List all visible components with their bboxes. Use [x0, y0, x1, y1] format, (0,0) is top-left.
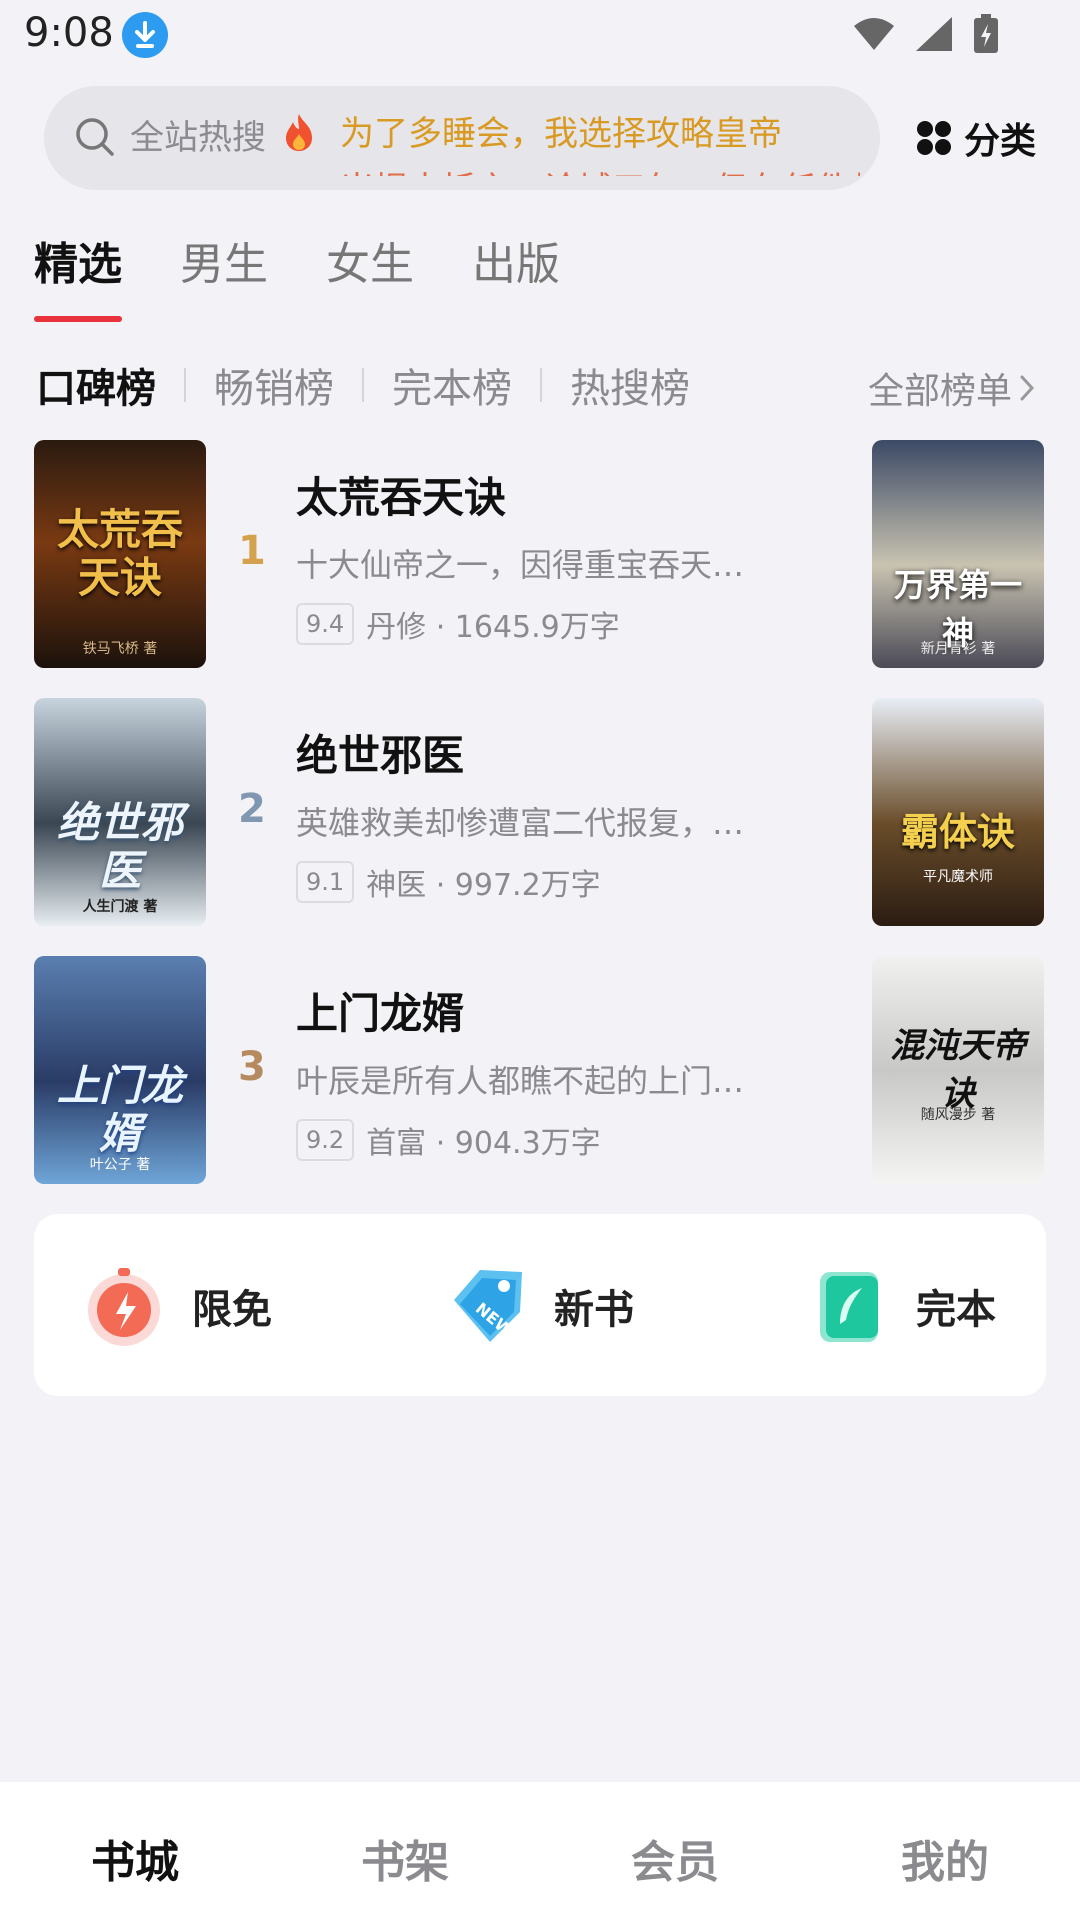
score-badge: 9.4 — [296, 603, 355, 645]
cover-title: 太荒吞天诀 — [56, 505, 183, 602]
search-bar[interactable]: 全站热搜 为了多睡会，我选择攻略皇帝 米揭大拆之，论城三年，但在任件都跨工日 — [44, 86, 880, 190]
tab-featured[interactable]: 精选 — [34, 228, 122, 322]
divider — [184, 368, 186, 402]
cover-author: 人生门渡 著 — [82, 899, 158, 915]
rank-number: 1 — [238, 528, 266, 574]
search-icon — [76, 118, 114, 156]
new-tag-icon: NEW — [440, 1260, 532, 1352]
all-lists-link[interactable]: 全部榜单 — [868, 362, 1036, 414]
cover-author: 叶公子 著 — [89, 1157, 151, 1173]
book-meta: 神医 · 997.2万字 — [366, 868, 601, 903]
book-title[interactable]: 上门龙婿 — [296, 980, 464, 1041]
side-cover-author: 新月青衫 著 — [920, 641, 996, 657]
search-prefix: 全站热搜 — [130, 118, 266, 158]
rank-tab-completed[interactable]: 完本榜 — [392, 356, 512, 414]
side-cover-author: 随风漫步 著 — [920, 1107, 996, 1123]
grid-icon — [916, 121, 951, 155]
book-cover[interactable]: 太荒吞天诀 铁马飞桥 著 — [34, 440, 206, 668]
book-list-item[interactable]: 上门龙婿 叶公子 著 3 上门龙婿 叶辰是所有人都瞧不起的上门女… 9.2 首富… — [34, 956, 1044, 1186]
divider — [540, 368, 542, 402]
book-description: 英雄救美却惨遭富二代报复，被… — [296, 804, 766, 842]
category-button[interactable]: 分类 — [916, 112, 1036, 164]
nav-bookstore[interactable]: 书城 — [0, 1782, 270, 1920]
side-book-cover[interactable]: 霸体诀 平凡魔术师 — [872, 698, 1044, 926]
side-book-cover[interactable]: 混沌天帝诀 随风漫步 著 — [872, 956, 1044, 1184]
book-cover[interactable]: 绝世邪医 人生门渡 著 — [34, 698, 206, 926]
category-label: 分类 — [963, 121, 1036, 162]
side-cover-title: 霸体诀 — [900, 809, 1015, 854]
channel-tabs: 精选 男生 女生 出版 — [34, 228, 560, 322]
nav-bookshelf[interactable]: 书架 — [270, 1782, 540, 1920]
tab-publish[interactable]: 出版 — [472, 228, 560, 322]
book-list-item[interactable]: 绝世邪医 人生门渡 著 2 绝世邪医 英雄救美却惨遭富二代报复，被… 9.1 神… — [34, 698, 1044, 928]
hot-search-term[interactable]: 为了多睡会，我选择攻略皇帝 — [340, 106, 860, 162]
book-title[interactable]: 绝世邪医 — [296, 722, 464, 783]
book-description: 叶辰是所有人都瞧不起的上门女… — [296, 1062, 766, 1100]
divider — [362, 368, 364, 402]
book-feather-icon — [802, 1260, 894, 1352]
cover-title: 绝世邪医 — [56, 798, 183, 895]
score-badge: 9.2 — [296, 1119, 355, 1161]
book-meta: 丹修 · 1645.9万字 — [366, 610, 620, 645]
stopwatch-icon — [78, 1260, 170, 1352]
fire-icon — [286, 114, 312, 151]
bottom-nav: 书城 书架 会员 我的 — [0, 1782, 1080, 1920]
book-cover[interactable]: 上门龙婿 叶公子 著 — [34, 956, 206, 1184]
quick-entry-new[interactable]: NEW 新书 — [440, 1260, 634, 1352]
chevron-right-icon — [1020, 375, 1035, 401]
quick-entry-card: 限免 NEW 新书 完本 — [34, 1214, 1046, 1396]
rank-tab-bestseller[interactable]: 畅销榜 — [214, 356, 334, 414]
search-hot-ticker[interactable]: 为了多睡会，我选择攻略皇帝 米揭大拆之，论城三年，但在任件都跨工日 — [340, 106, 860, 176]
book-description: 十大仙帝之一，因得重宝吞天神… — [296, 546, 766, 584]
all-lists-label: 全部榜单 — [867, 371, 1012, 412]
ranking-tabs: 口碑榜 畅销榜 完本榜 热搜榜 — [36, 356, 690, 414]
side-book-cover[interactable]: 万界第一神 新月青衫 著 — [872, 440, 1044, 668]
tab-female[interactable]: 女生 — [326, 228, 414, 322]
quick-entry-completed[interactable]: 完本 — [802, 1260, 996, 1352]
quick-entry-label: 完本 — [916, 1287, 996, 1333]
battery-icon — [974, 14, 998, 53]
rank-tab-hot-search[interactable]: 热搜榜 — [570, 356, 690, 414]
cover-title: 上门龙婿 — [56, 1061, 183, 1158]
status-bar: 9:08 — [0, 0, 1080, 70]
book-title[interactable]: 太荒吞天诀 — [296, 464, 506, 525]
download-icon — [122, 12, 168, 58]
signal-icon — [916, 17, 952, 51]
status-time: 9:08 — [24, 10, 114, 56]
nav-membership[interactable]: 会员 — [540, 1782, 810, 1920]
hot-search-term-next[interactable]: 米揭大拆之，论城三年，但在任件都跨工日 — [340, 162, 860, 176]
nav-profile[interactable]: 我的 — [810, 1782, 1080, 1920]
rank-number: 2 — [238, 786, 266, 832]
book-list-item[interactable]: 太荒吞天诀 铁马飞桥 著 1 太荒吞天诀 十大仙帝之一，因得重宝吞天神… 9.4… — [34, 440, 1044, 670]
rank-tab-reputation[interactable]: 口碑榜 — [36, 356, 156, 414]
wifi-icon — [854, 18, 894, 50]
rank-number: 3 — [238, 1044, 266, 1090]
side-cover-author: 平凡魔术师 — [923, 869, 993, 885]
quick-entry-free[interactable]: 限免 — [78, 1260, 272, 1352]
quick-entry-label: 限免 — [192, 1287, 272, 1333]
score-badge: 9.1 — [296, 861, 355, 903]
quick-entry-label: 新书 — [554, 1287, 634, 1333]
book-meta: 首富 · 904.3万字 — [366, 1126, 601, 1161]
cover-author: 铁马飞桥 著 — [82, 641, 158, 657]
tab-male[interactable]: 男生 — [180, 228, 268, 322]
